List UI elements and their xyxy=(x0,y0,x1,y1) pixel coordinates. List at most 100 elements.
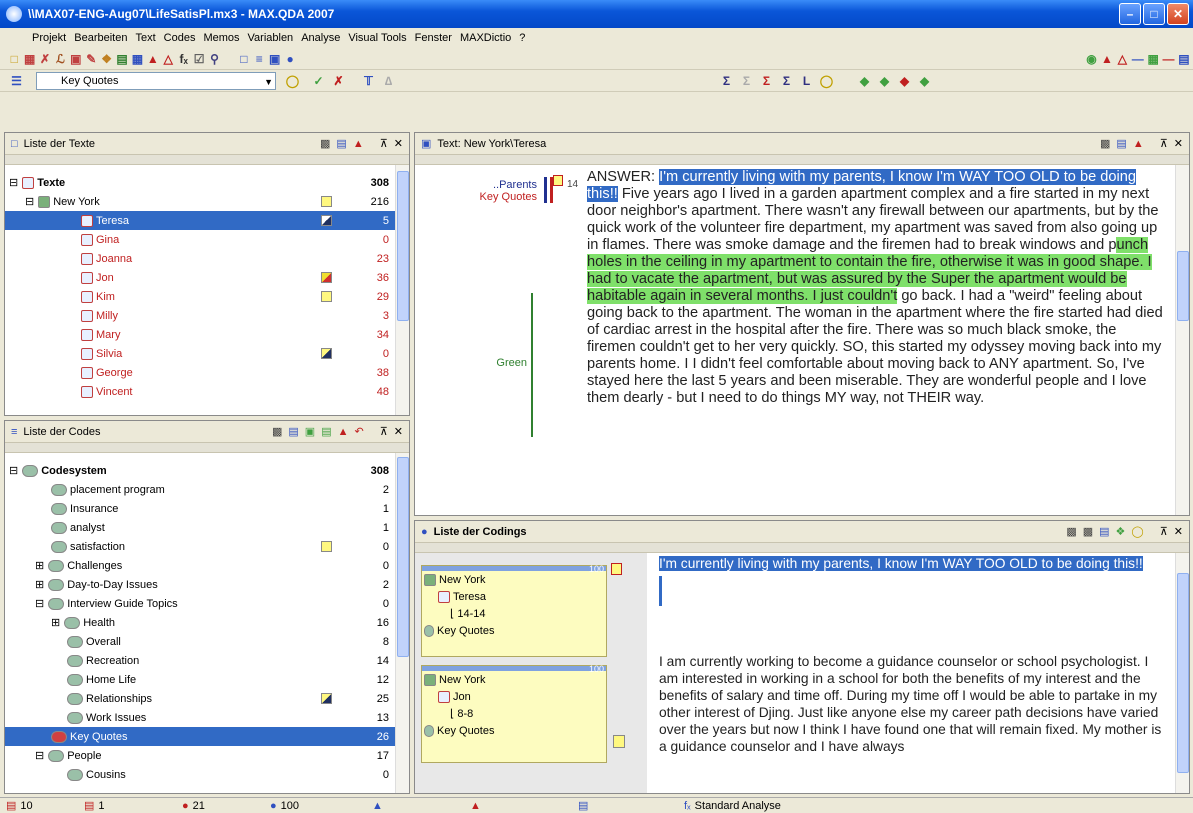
open-project-icon[interactable]: ▦ xyxy=(23,50,35,67)
code-assign-icon[interactable]: ✓ xyxy=(310,72,327,89)
chevron-down-icon[interactable]: ▼ xyxy=(264,74,273,90)
pin-pane-icon[interactable]: ⊼ xyxy=(380,425,388,438)
print-icon[interactable]: ▩ xyxy=(1066,525,1076,538)
font-size-icon[interactable]: ∆ xyxy=(380,72,397,89)
copy-icon[interactable]: ℒ xyxy=(54,50,66,67)
title-bar[interactable]: \\MAX07-ENG-Aug07\LifeSatisPl.mx3 - MAX.… xyxy=(0,0,1193,28)
tree-row-jon[interactable]: Jon 36 xyxy=(5,268,395,287)
visual-tool-7-icon[interactable]: ▤ xyxy=(1178,50,1190,67)
code-remove-icon[interactable]: ✗ xyxy=(330,72,347,89)
scroll-thumb[interactable] xyxy=(1177,573,1189,773)
memo-icon[interactable] xyxy=(321,541,332,552)
scroll-thumb[interactable] xyxy=(397,457,409,657)
memo-icon[interactable] xyxy=(321,693,332,704)
visual-tool-5-icon[interactable]: ▦ xyxy=(1147,50,1159,67)
code-sets-icon[interactable]: ▤ xyxy=(321,425,331,438)
tree-row-key-quotes[interactable]: Key Quotes 26 xyxy=(5,727,395,746)
pin-icon[interactable]: ◯ xyxy=(1131,525,1143,538)
tree-row-milly[interactable]: Milly 3 xyxy=(5,306,395,325)
visual-tool-1-icon[interactable]: ◉ xyxy=(1085,50,1097,67)
tree-row-vincent[interactable]: Vincent 48 xyxy=(5,382,395,401)
document-text[interactable]: ANSWER: I'm currently living with my par… xyxy=(567,165,1175,515)
export-icon[interactable]: ▤ xyxy=(288,425,298,438)
memo-icon[interactable] xyxy=(321,215,332,226)
search-icon[interactable]: ⚲ xyxy=(208,50,220,67)
visual-tool-6-icon[interactable]: — xyxy=(1162,50,1175,67)
weight-filter-icon[interactable]: ▲ xyxy=(372,800,383,812)
pin-icon[interactable]: ◯ xyxy=(818,72,835,89)
coding-stripe-parents[interactable] xyxy=(544,177,547,203)
close-pane-icon[interactable]: ✕ xyxy=(1174,525,1183,538)
tree-row-texte[interactable]: ⊟ Texte 308 xyxy=(5,173,395,192)
menu-analyse[interactable]: Analyse xyxy=(301,32,340,44)
export-icon[interactable]: ▤ xyxy=(1099,525,1109,538)
tree-row-code[interactable]: Insurance 1 xyxy=(5,499,395,518)
tree-row-code[interactable]: Home Life 12 xyxy=(5,670,395,689)
memo-icon[interactable] xyxy=(613,735,625,748)
edit-icon[interactable]: ✎ xyxy=(85,50,97,67)
active-code-select[interactable]: Key Quotes ▼ xyxy=(36,71,276,90)
tree-row-new-york[interactable]: ⊟ New York 216 xyxy=(5,192,395,211)
code-relations-icon[interactable]: △ xyxy=(162,50,174,67)
memo-icon[interactable] xyxy=(321,348,332,359)
tree-row-gina[interactable]: Gina 0 xyxy=(5,230,395,249)
export-icon[interactable]: ▤ xyxy=(1116,137,1126,150)
coding-source-box-2[interactable]: 100 New York Jon ⌊ 8-8 Key Quotes xyxy=(421,664,607,763)
menu-memos[interactable]: Memos xyxy=(203,32,239,44)
visual-tool-3-icon[interactable]: △ xyxy=(1116,50,1128,67)
sum-disabled-icon[interactable]: Σ xyxy=(738,72,755,89)
tree-row-code[interactable]: Cousins 0 xyxy=(5,765,395,784)
codes-scrollbar[interactable] xyxy=(395,453,409,793)
new-code-icon[interactable]: ▣ xyxy=(305,425,315,438)
memo-icon[interactable] xyxy=(321,291,332,302)
codings-text[interactable]: I'm currently living with my parents, I … xyxy=(651,553,1175,793)
code-tool-icon[interactable]: ☰ xyxy=(8,72,25,89)
checkbox-icon[interactable]: ☑ xyxy=(193,50,205,67)
menu-text[interactable]: Text xyxy=(135,32,155,44)
coding-segment-1[interactable]: I'm currently living with my parents, I … xyxy=(659,556,1143,571)
function-icon[interactable]: fₓ xyxy=(177,50,189,67)
font-icon[interactable]: 𝕋 xyxy=(360,72,377,89)
window-codes-icon[interactable]: ≡ xyxy=(253,50,265,67)
tree-row-code[interactable]: placement program 2 xyxy=(5,480,395,499)
print-icon[interactable]: ▩ xyxy=(272,425,282,438)
paste-icon[interactable]: ▣ xyxy=(70,50,82,67)
tree-row-codesystem[interactable]: ⊟ Codesystem 308 xyxy=(5,461,395,480)
menu-help[interactable]: ? xyxy=(519,32,525,44)
tree-row-teresa[interactable]: Teresa 5 xyxy=(5,211,395,230)
coding-source-box-1[interactable]: 100 New York Teresa ⌊ 14-14 Key Quotes xyxy=(421,564,607,657)
tree-row-code[interactable]: analyst 1 xyxy=(5,518,395,537)
sum-red-icon[interactable]: Σ xyxy=(758,72,775,89)
sum-small-icon[interactable]: Σ xyxy=(778,72,795,89)
new-project-icon[interactable]: □ xyxy=(8,50,20,67)
grid-icon[interactable]: ▦ xyxy=(131,50,143,67)
export-icon[interactable]: ▤ xyxy=(336,137,346,150)
tree-row-code[interactable]: satisfaction 0 xyxy=(5,537,395,556)
tree-row-mary[interactable]: Mary 34 xyxy=(5,325,395,344)
close-pane-icon[interactable]: ✕ xyxy=(394,137,403,150)
pin-pane-icon[interactable]: ⊼ xyxy=(380,137,388,150)
texts-list-icon[interactable]: ▤ xyxy=(116,50,128,67)
tree-row-code[interactable]: Work Issues 13 xyxy=(5,708,395,727)
text-scrollbar[interactable] xyxy=(1175,165,1189,515)
scroll-thumb[interactable] xyxy=(1177,251,1189,321)
print-icon[interactable]: ▩ xyxy=(1100,137,1110,150)
window-browser-icon[interactable]: ▣ xyxy=(269,50,281,67)
code-filter-icon[interactable]: ▲ xyxy=(470,800,481,812)
code-pin-icon[interactable]: ◯ xyxy=(284,72,301,89)
tree-row-code[interactable]: ⊞ Health 16 xyxy=(5,613,395,632)
codings-scrollbar[interactable] xyxy=(1175,553,1189,793)
tree-row-code[interactable]: Relationships 25 xyxy=(5,689,395,708)
color-code-red-icon[interactable]: ◆ xyxy=(896,72,913,89)
memo-icon[interactable] xyxy=(321,272,332,283)
letter-l-icon[interactable]: L xyxy=(798,72,815,89)
tree-row-code[interactable]: ⊟ People 17 xyxy=(5,746,395,765)
color-code-4-icon[interactable]: ◆ xyxy=(916,72,933,89)
minimize-button[interactable]: – xyxy=(1119,3,1141,25)
undo-icon[interactable]: ↶ xyxy=(355,425,364,438)
texts-scrollbar[interactable] xyxy=(395,165,409,415)
print-icon[interactable]: ▩ xyxy=(320,137,330,150)
tree-row-silvia[interactable]: Silvia 0 xyxy=(5,344,395,363)
menu-projekt[interactable]: Projekt xyxy=(32,32,66,44)
coding-stripe-green[interactable] xyxy=(531,293,533,437)
